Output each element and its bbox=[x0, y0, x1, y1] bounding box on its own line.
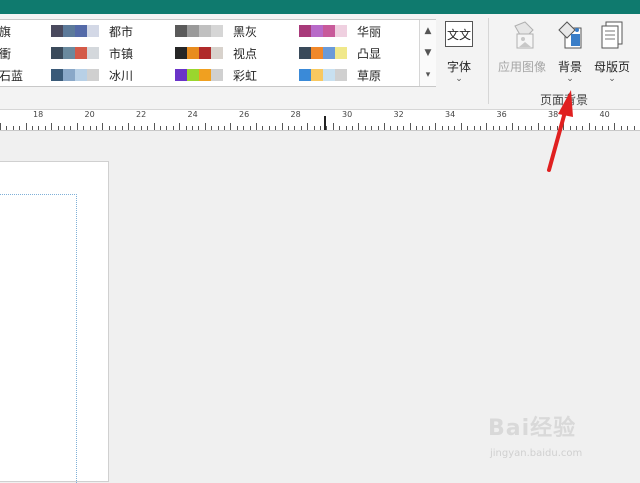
watermark-url: jingyan.baidu.com bbox=[490, 448, 583, 459]
annotation-layer bbox=[547, 90, 573, 172]
red-arrow-icon bbox=[547, 90, 573, 172]
watermark-logo: Bai经验 bbox=[488, 416, 577, 441]
baidu-watermark: Bai经验 jingyan.baidu.com bbox=[488, 410, 582, 459]
